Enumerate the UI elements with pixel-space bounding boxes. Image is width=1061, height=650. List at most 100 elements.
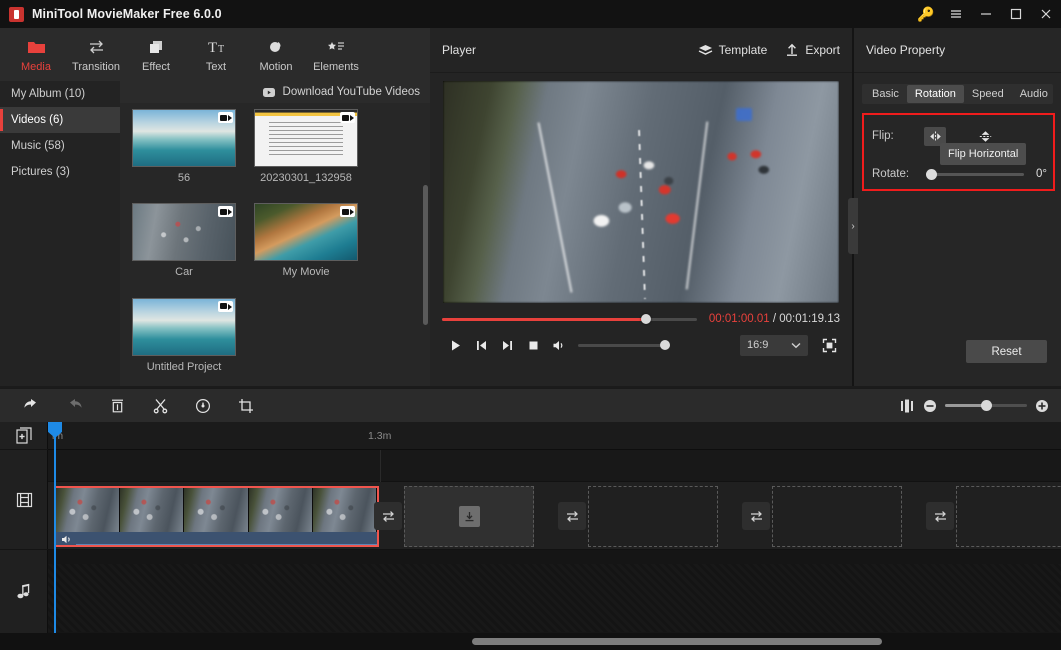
media-thumbnail[interactable] [132,109,236,167]
flip-vertical-icon [979,130,991,142]
tab-rotation[interactable]: Rotation [906,85,964,103]
transition-slot-button[interactable] [558,502,586,530]
zoom-in-button[interactable] [1035,399,1049,413]
video-badge-icon [218,300,233,312]
rotate-slider[interactable] [926,168,1024,180]
transition-slot-button[interactable] [742,502,770,530]
library-scrollbar[interactable] [423,185,428,325]
media-item[interactable]: 56 [128,109,240,197]
ribbon-label: Elements [313,60,359,73]
video-property-title: Video Property [854,28,1061,73]
empty-clip-slot[interactable] [588,486,718,547]
transition-arrows-icon [750,510,762,522]
previous-frame-button[interactable] [468,333,494,357]
fullscreen-button[interactable] [818,334,840,356]
volume-button[interactable] [546,333,572,357]
ribbon-tab-media[interactable]: Media [6,28,66,81]
timeline-overlay-track[interactable] [48,450,1061,482]
ribbon-label: Transition [72,60,120,73]
timeline-video-track[interactable] [48,482,1061,550]
svg-text:T: T [218,44,224,55]
minimize-button[interactable] [971,0,1001,28]
play-button[interactable] [442,333,468,357]
media-thumbnail[interactable] [132,297,236,356]
clip-audio-bar[interactable] [56,532,377,545]
media-item[interactable]: Car [128,203,240,291]
template-button[interactable]: Template [698,43,767,57]
zoom-fit-icon[interactable] [899,399,915,413]
ribbon-label: Motion [259,60,293,73]
timeline-zoom-slider[interactable] [945,400,1027,411]
zoom-out-button[interactable] [923,399,937,413]
crop-button[interactable] [233,393,259,419]
speed-button[interactable] [190,393,216,419]
youtube-download-icon [262,87,277,98]
ribbon-tab-motion[interactable]: Motion [246,28,306,81]
library-sidebar: My Album (10) Videos (6) Music (58) Pict… [0,81,120,386]
transition-slot-button[interactable] [374,502,402,530]
tab-audio[interactable]: Audio [1012,85,1056,103]
split-button[interactable] [147,393,173,419]
export-button[interactable]: Export [785,43,840,57]
seek-progress [442,317,646,321]
transition-slot-button[interactable] [926,502,954,530]
panel-collapse-button[interactable]: › [848,198,858,254]
add-media-track-button[interactable] [0,422,48,450]
license-key-button[interactable]: 🔑 [911,0,941,28]
timeline-audio-track[interactable] [48,550,1061,632]
ribbon-tab-effect[interactable]: Effect [126,28,186,81]
player-panel: Player Template Export 00:01:00.01 / 00:… [430,28,852,386]
media-item[interactable]: My Movie [250,203,362,291]
download-youtube-videos-button[interactable]: Download YouTube Videos [283,86,420,98]
library-category-pictures[interactable]: Pictures (3) [0,159,120,185]
delete-button[interactable] [104,393,130,419]
media-thumbnail[interactable] [132,203,236,262]
video-track-button[interactable] [0,450,48,550]
library-category-videos[interactable]: Videos (6) [0,107,120,133]
aspect-ratio-select[interactable]: 16:9 [740,334,808,356]
text-tt-icon: TT [207,37,226,57]
video-badge-icon [218,112,233,123]
stop-button[interactable] [520,333,546,357]
media-thumbnail[interactable] [254,109,358,167]
zoom-progress [945,404,986,407]
seek-handle[interactable] [640,314,651,324]
media-item[interactable]: 20230301_132958 [250,109,362,197]
media-item[interactable]: Untitled Project [128,297,240,386]
media-thumbnail[interactable] [254,203,358,262]
volume-handle[interactable] [660,340,670,350]
next-frame-button[interactable] [494,333,520,357]
seek-bar[interactable] [442,314,697,324]
rotate-slider-handle[interactable] [926,168,937,180]
redo-button[interactable] [61,393,87,419]
close-button[interactable] [1031,0,1061,28]
time-separator: / [769,313,780,325]
empty-clip-slot[interactable] [772,486,902,547]
tab-basic[interactable]: Basic [864,85,907,103]
undo-button[interactable] [18,393,44,419]
timeline-clip-selected[interactable] [54,486,379,547]
ribbon-label: Media [21,60,51,73]
maximize-icon [1010,8,1022,20]
ribbon-tab-transition[interactable]: Transition [66,28,126,81]
reset-button[interactable]: Reset [966,340,1047,363]
library-category-my-album[interactable]: My Album (10) [0,81,120,107]
library-category-music[interactable]: Music (58) [0,133,120,159]
tab-speed[interactable]: Speed [964,85,1012,103]
minimize-icon [981,13,991,15]
video-preview-stage[interactable] [443,81,839,303]
timeline-ruler[interactable]: lm 1.3m [48,422,1061,450]
volume-slider[interactable] [578,340,670,350]
edit-toolbar [0,388,1061,422]
audio-track-button[interactable] [0,550,48,632]
maximize-button[interactable] [1001,0,1031,28]
empty-clip-slot[interactable] [404,486,534,547]
timeline-horizontal-scrollbar[interactable] [472,638,882,645]
road-sign [736,107,753,121]
empty-clip-slot[interactable] [956,486,1061,547]
zoom-slider-handle[interactable] [981,400,992,411]
menu-button[interactable] [941,0,971,28]
ribbon-tab-text[interactable]: TT Text [186,28,246,81]
timeline-playhead[interactable] [48,422,62,633]
ribbon-tab-elements[interactable]: Elements [306,28,366,81]
